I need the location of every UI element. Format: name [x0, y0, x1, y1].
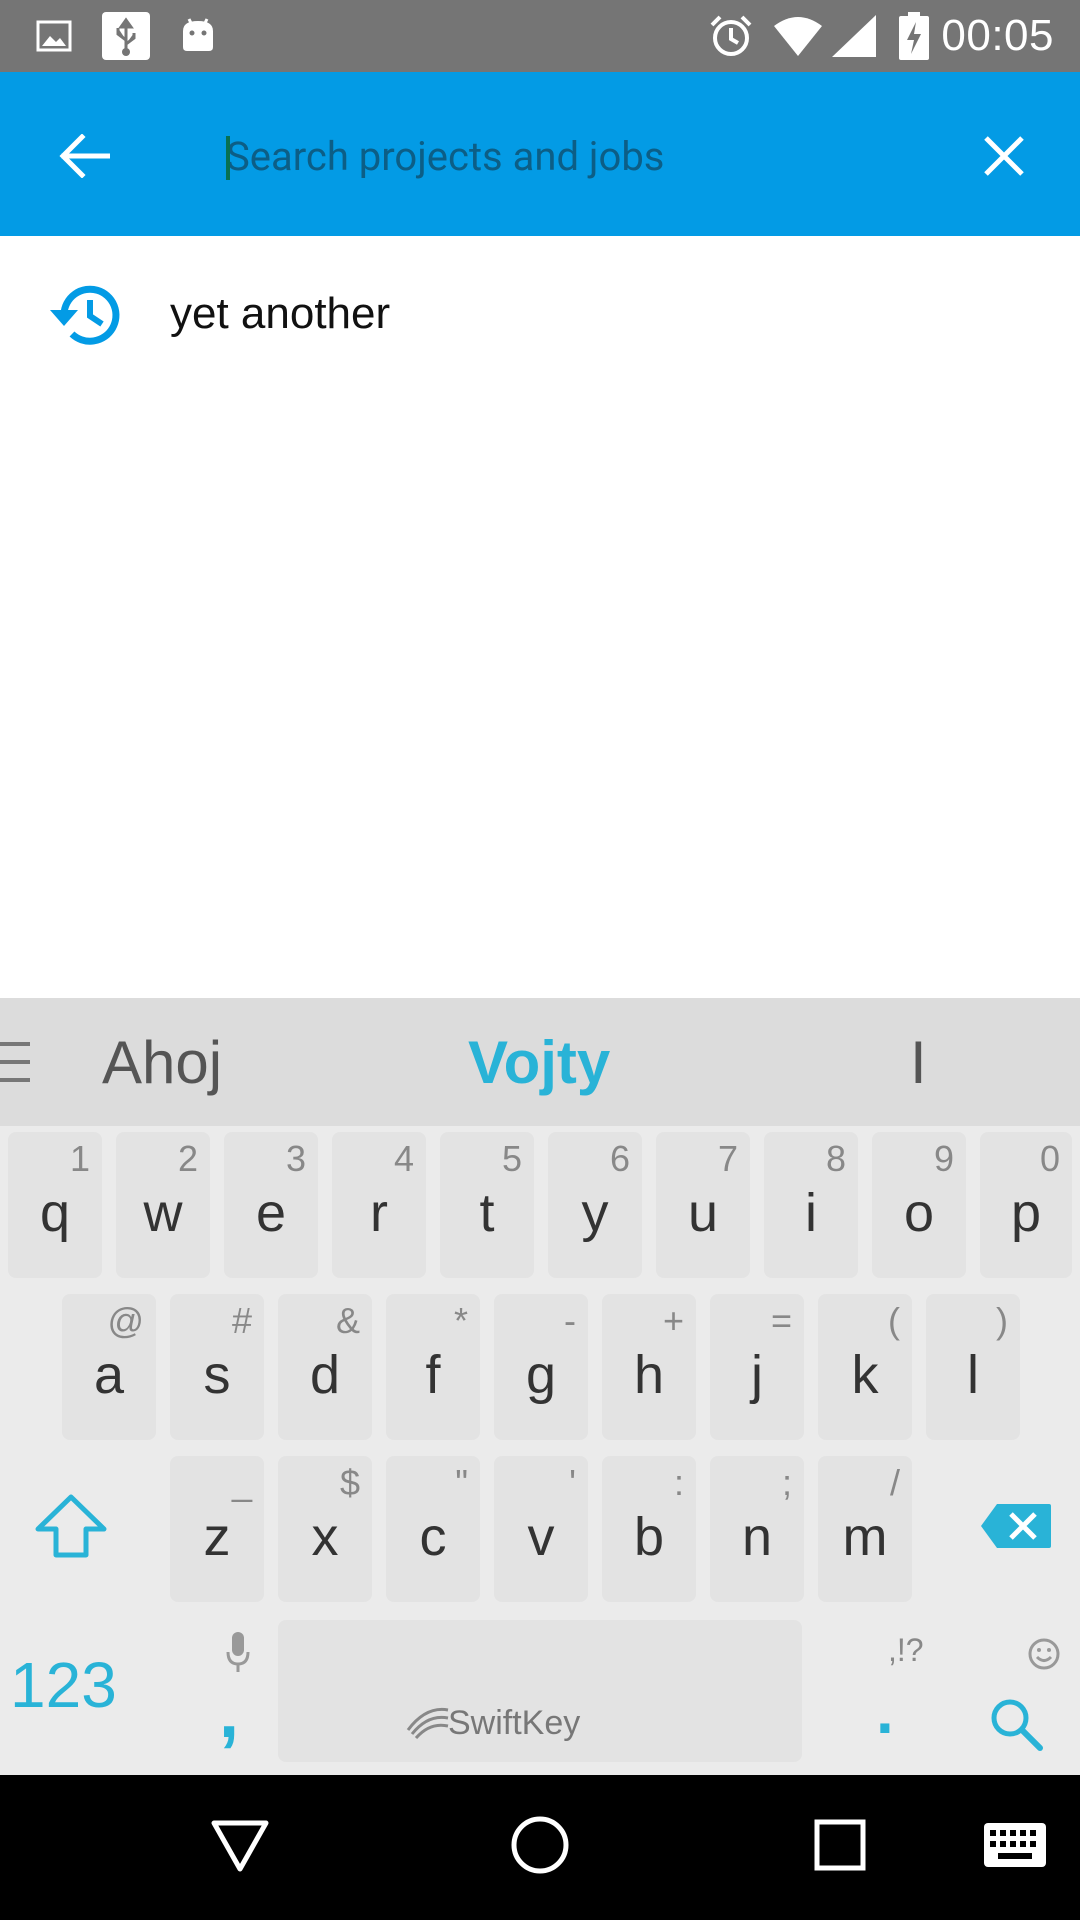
- clear-search-button[interactable]: [964, 116, 1044, 196]
- key-s[interactable]: # s: [170, 1294, 264, 1440]
- emoji-icon: [1028, 1638, 1060, 1670]
- nav-recents-button[interactable]: [790, 1805, 890, 1885]
- history-suggestion-item[interactable]: yet another: [0, 236, 1080, 392]
- key-l[interactable]: ) l: [926, 1294, 1020, 1440]
- back-button[interactable]: [44, 116, 124, 196]
- emoji-key[interactable]: [1024, 1634, 1064, 1674]
- prediction-bar: Ahoj Vojty I: [0, 998, 1080, 1126]
- soft-keyboard: Ahoj Vojty I 1q 2w 3e 4r 5t 6y 7u 8i 9o …: [0, 998, 1080, 1775]
- prediction-left[interactable]: Ahoj: [102, 1028, 222, 1098]
- key-o[interactable]: 9o: [872, 1132, 966, 1278]
- key-v[interactable]: ' v: [494, 1456, 588, 1602]
- key-j[interactable]: = j: [710, 1294, 804, 1440]
- search-input[interactable]: [226, 116, 926, 196]
- search-app-bar: [0, 72, 1080, 236]
- comma-key[interactable]: ,: [184, 1624, 274, 1764]
- history-icon: [50, 285, 120, 345]
- swiftkey-logo-icon: [406, 1707, 449, 1740]
- backspace-icon: [981, 1504, 1051, 1548]
- image-icon: [34, 12, 74, 60]
- key-x[interactable]: $ x: [278, 1456, 372, 1602]
- keyboard-switch-icon: [984, 1823, 1046, 1867]
- key-h[interactable]: + h: [602, 1294, 696, 1440]
- home-circle-icon: [511, 1816, 569, 1874]
- key-e[interactable]: 3e: [224, 1132, 318, 1278]
- nav-back-button[interactable]: [190, 1805, 290, 1885]
- period-key[interactable]: ,!? .: [836, 1624, 936, 1764]
- key-r[interactable]: 4r: [332, 1132, 426, 1278]
- mic-icon: [226, 1632, 250, 1672]
- numbers-key[interactable]: 123: [10, 1648, 117, 1722]
- arrow-left-icon: [59, 134, 110, 178]
- key-f[interactable]: * f: [386, 1294, 480, 1440]
- key-p[interactable]: 0p: [980, 1132, 1072, 1278]
- search-key-icon: [991, 1699, 1043, 1751]
- key-g[interactable]: -g: [494, 1294, 588, 1440]
- suggestion-text: yet another: [170, 289, 391, 338]
- space-bar[interactable]: SwiftKey: [278, 1620, 802, 1762]
- prediction-center[interactable]: Vojty: [468, 1028, 610, 1098]
- keyboard-switch-button[interactable]: [970, 1805, 1060, 1885]
- key-z[interactable]: _ z: [170, 1456, 264, 1602]
- wifi-icon: [772, 12, 824, 60]
- key-i[interactable]: 8i: [764, 1132, 858, 1278]
- shift-icon: [35, 1494, 107, 1558]
- key-a[interactable]: @ a: [62, 1294, 156, 1440]
- navigation-bar: [0, 1775, 1080, 1920]
- key-w[interactable]: 2w: [116, 1132, 210, 1278]
- key-y[interactable]: 6y: [548, 1132, 642, 1278]
- shift-key[interactable]: [26, 1486, 116, 1566]
- key-m[interactable]: / m: [818, 1456, 912, 1602]
- alarm-icon: [708, 12, 754, 60]
- key-q[interactable]: 1q: [8, 1132, 102, 1278]
- key-d[interactable]: & d: [278, 1294, 372, 1440]
- back-triangle-icon: [211, 1820, 269, 1872]
- key-c[interactable]: " c: [386, 1456, 480, 1602]
- text-cursor: [226, 136, 230, 180]
- key-u[interactable]: 7u: [656, 1132, 750, 1278]
- key-t[interactable]: 5t: [440, 1132, 534, 1278]
- prediction-right[interactable]: I: [910, 1028, 927, 1098]
- close-icon: [984, 136, 1024, 176]
- battery-charging-icon: [898, 12, 930, 60]
- space-bar-brand: SwiftKey: [448, 1704, 581, 1742]
- key-n[interactable]: ; n: [710, 1456, 804, 1602]
- nav-home-button[interactable]: [490, 1805, 590, 1885]
- menu-icon[interactable]: [0, 1042, 32, 1082]
- android-icon: [178, 12, 218, 60]
- signal-icon: [832, 12, 876, 60]
- recents-square-icon: [814, 1819, 866, 1871]
- key-b[interactable]: :b: [602, 1456, 696, 1602]
- backspace-key[interactable]: [968, 1496, 1064, 1556]
- key-k[interactable]: (k: [818, 1294, 912, 1440]
- search-key[interactable]: [976, 1684, 1056, 1764]
- status-time: 00:05: [941, 11, 1054, 60]
- usb-icon: [102, 12, 150, 60]
- status-bar: 00:05: [0, 0, 1080, 72]
